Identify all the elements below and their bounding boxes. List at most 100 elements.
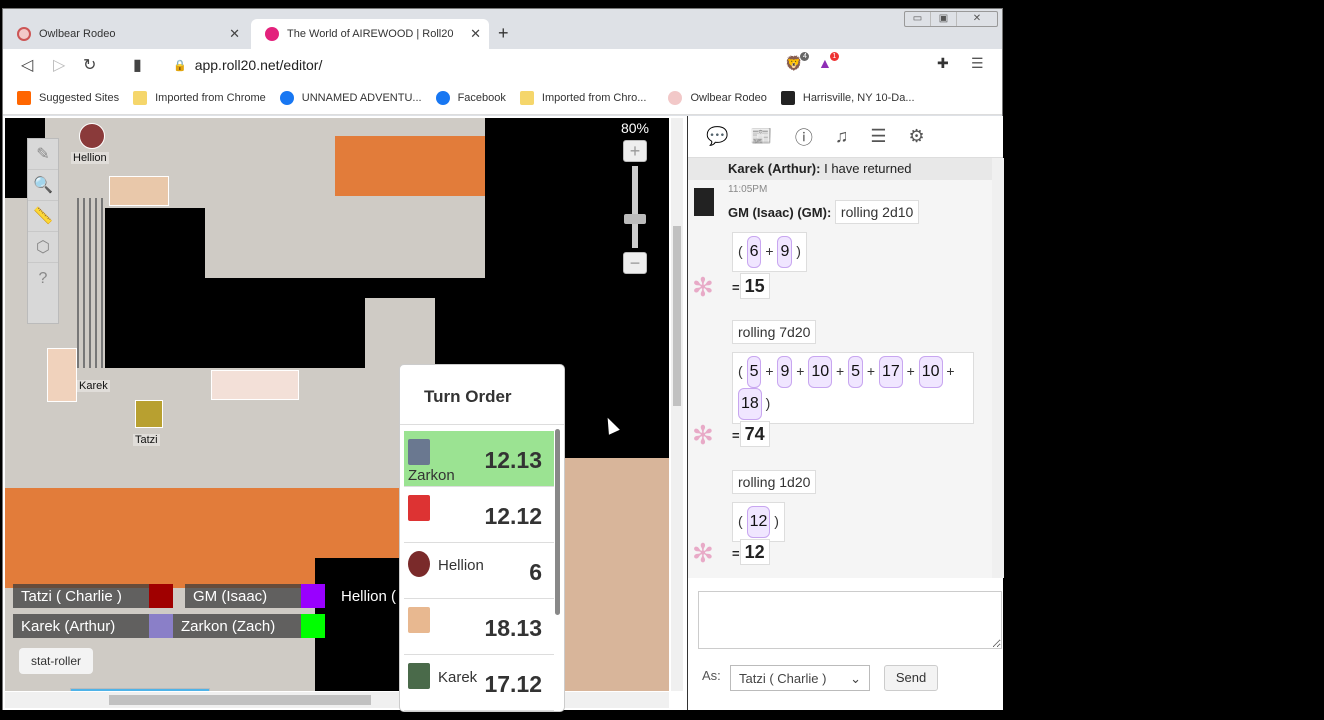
chat-input[interactable] <box>698 591 1002 649</box>
bookmark-item[interactable]: Facebook <box>435 90 506 105</box>
chat-icon[interactable]: 💬 <box>706 126 728 147</box>
turn-value: 17.12 <box>484 671 542 697</box>
turn-order-entry[interactable]: 12.12 <box>404 487 554 543</box>
turn-order-panel: Turn Order Zarkon 12.13 12.12 Hellion 6 18.13… <box>399 364 565 712</box>
tab-title: Owlbear Rodeo <box>39 28 116 40</box>
die-result: 10 <box>918 356 943 388</box>
map-token[interactable] <box>47 348 77 402</box>
zoom-icon[interactable]: 🔍 <box>28 170 58 201</box>
menu-icon[interactable]: ☰ <box>971 55 984 72</box>
roll-avatar-icon: ✻ <box>692 272 714 302</box>
jukebox-icon[interactable]: ♫ <box>835 126 849 147</box>
bookmark-item[interactable]: Imported from Chrome <box>133 90 266 105</box>
dice-results: ( 5 + 9 + 10 + 5 + 17 + 10 + 18 ) <box>732 352 974 424</box>
turn-order-entry[interactable]: Hellion 6 <box>404 543 554 599</box>
chevron-down-icon: ⌄ <box>850 671 861 686</box>
facebook-icon <box>279 90 294 105</box>
minimize-button[interactable]: ▭ <box>905 12 931 26</box>
speaking-as-value: Tatzi ( Charlie ) <box>739 671 827 686</box>
window-controls: ▭ ▣ ✕ <box>904 11 998 27</box>
map-token[interactable] <box>79 123 105 149</box>
turn-order-entry[interactable]: 18.13 <box>404 599 554 655</box>
fog <box>105 208 205 358</box>
zoom-out-button[interactable]: − <box>623 252 647 274</box>
maximize-button[interactable]: ▣ <box>931 12 957 26</box>
close-tab-icon[interactable]: ✕ <box>229 26 240 42</box>
info-icon[interactable]: ⓘ <box>795 124 813 150</box>
bookmark-item[interactable]: Imported from Chro... <box>519 90 646 105</box>
die-result: 9 <box>777 236 793 268</box>
player-entry[interactable]: Karek (Arthur) <box>13 614 173 638</box>
chat-scrollbar[interactable] <box>992 158 1004 578</box>
extensions-icon[interactable]: ✚ <box>937 55 949 72</box>
draw-icon[interactable]: ✎ <box>28 139 58 170</box>
lock-icon: 🔒 <box>173 59 187 72</box>
bookmarks-bar: Suggested Sites Imported from Chrome UNN… <box>3 81 1002 115</box>
player-color-swatch[interactable] <box>149 614 173 638</box>
bookmark-item[interactable]: Suggested Sites <box>17 90 119 105</box>
bookmark-item[interactable]: Owlbear Rodeo <box>668 90 767 105</box>
close-tab-icon[interactable]: ✕ <box>470 26 481 42</box>
map-token[interactable] <box>109 176 169 206</box>
rewards-icon[interactable]: ▲ 1 <box>818 52 839 71</box>
player-entry[interactable]: GM (Isaac) <box>185 584 325 608</box>
dice-icon[interactable]: ⬡ <box>28 232 58 263</box>
roll-total: = 74 <box>732 421 770 447</box>
map-horizontal-scrollbar[interactable] <box>5 692 669 708</box>
list-icon[interactable]: ☰ <box>870 126 886 147</box>
zoom-slider-thumb[interactable] <box>624 213 646 224</box>
die-result: 6 <box>746 236 762 268</box>
turn-name: Karek <box>438 669 478 686</box>
tab-roll20[interactable]: The World of AIREWOOD | Roll20 ✕ <box>251 19 489 49</box>
select-icon[interactable]: ➤ <box>70 688 210 691</box>
speaking-as-select[interactable]: Tatzi ( Charlie ) ⌄ <box>730 665 870 691</box>
roll20-editor: Hellion Karek Tatzi ➤ ✎ 🔍 📏 ⬡ ? 80% + − … <box>3 116 1004 712</box>
map-vertical-scrollbar[interactable] <box>671 118 683 691</box>
player-color-swatch[interactable] <box>149 584 173 608</box>
roll-message: rolling 1d20 <box>732 470 817 494</box>
tab-strip: Owlbear Rodeo ✕ The World of AIREWOOD | … <box>3 9 1002 49</box>
stat-roller-button[interactable]: stat-roller <box>19 648 94 674</box>
map-canvas[interactable]: Hellion Karek Tatzi ➤ ✎ 🔍 📏 ⬡ ? 80% + − … <box>5 118 669 691</box>
bookmark-item[interactable]: Harrisville, NY 10-Da... <box>780 90 915 105</box>
measure-icon[interactable]: 📏 <box>28 201 58 232</box>
player-entry[interactable]: Zarkon (Zach) <box>173 614 325 638</box>
turn-value: 6 <box>529 559 542 585</box>
gm-avatar <box>694 188 714 216</box>
bulb-icon <box>17 90 31 105</box>
turn-order-entry[interactable]: Zarkon 12.13 <box>404 431 554 487</box>
zoom-slider[interactable] <box>624 166 646 248</box>
scroll-thumb[interactable] <box>109 695 371 705</box>
tool-palette: ➤ ✎ 🔍 📏 ⬡ ? <box>27 138 210 691</box>
token-avatar <box>408 663 430 689</box>
forward-icon[interactable]: ▷ <box>53 55 65 75</box>
back-icon[interactable]: ◁ <box>21 55 33 75</box>
journal-icon[interactable]: 📰 <box>750 126 772 147</box>
tab-owlbear[interactable]: Owlbear Rodeo ✕ <box>3 19 248 49</box>
bookmark-icon[interactable]: ▮ <box>133 55 142 75</box>
player-name: Zarkon (Zach) <box>181 617 276 635</box>
help-icon[interactable]: ? <box>28 263 58 294</box>
player-entry[interactable]: Tatzi ( Charlie ) <box>13 584 173 608</box>
address-bar[interactable]: 🔒 app.roll20.net/editor/ <box>163 53 775 77</box>
settings-icon[interactable]: ⚙ <box>908 126 924 147</box>
player-color-swatch[interactable] <box>301 614 325 638</box>
roll-label: rolling 7d20 <box>732 320 817 344</box>
scroll-thumb[interactable] <box>673 226 681 406</box>
map-token[interactable] <box>135 400 163 428</box>
bookmark-label: Facebook <box>457 91 506 104</box>
player-color-swatch[interactable] <box>301 584 325 608</box>
roll-total: = 15 <box>732 273 770 299</box>
brave-shield-icon[interactable]: 🦁 4 <box>785 52 810 72</box>
map-token[interactable] <box>211 370 299 400</box>
close-window-button[interactable]: ✕ <box>957 12 997 26</box>
reload-icon[interactable]: ↻ <box>83 55 96 75</box>
zoom-level: 80% <box>620 120 650 136</box>
token-avatar <box>408 551 430 577</box>
turn-order-entry[interactable]: Karek 17.12 <box>404 655 554 711</box>
bookmark-item[interactable]: UNNAMED ADVENTU... <box>279 90 422 105</box>
turn-order-scrollbar[interactable] <box>555 429 560 615</box>
new-tab-button[interactable]: + <box>498 23 509 44</box>
send-button[interactable]: Send <box>884 665 938 691</box>
zoom-in-button[interactable]: + <box>623 140 647 162</box>
